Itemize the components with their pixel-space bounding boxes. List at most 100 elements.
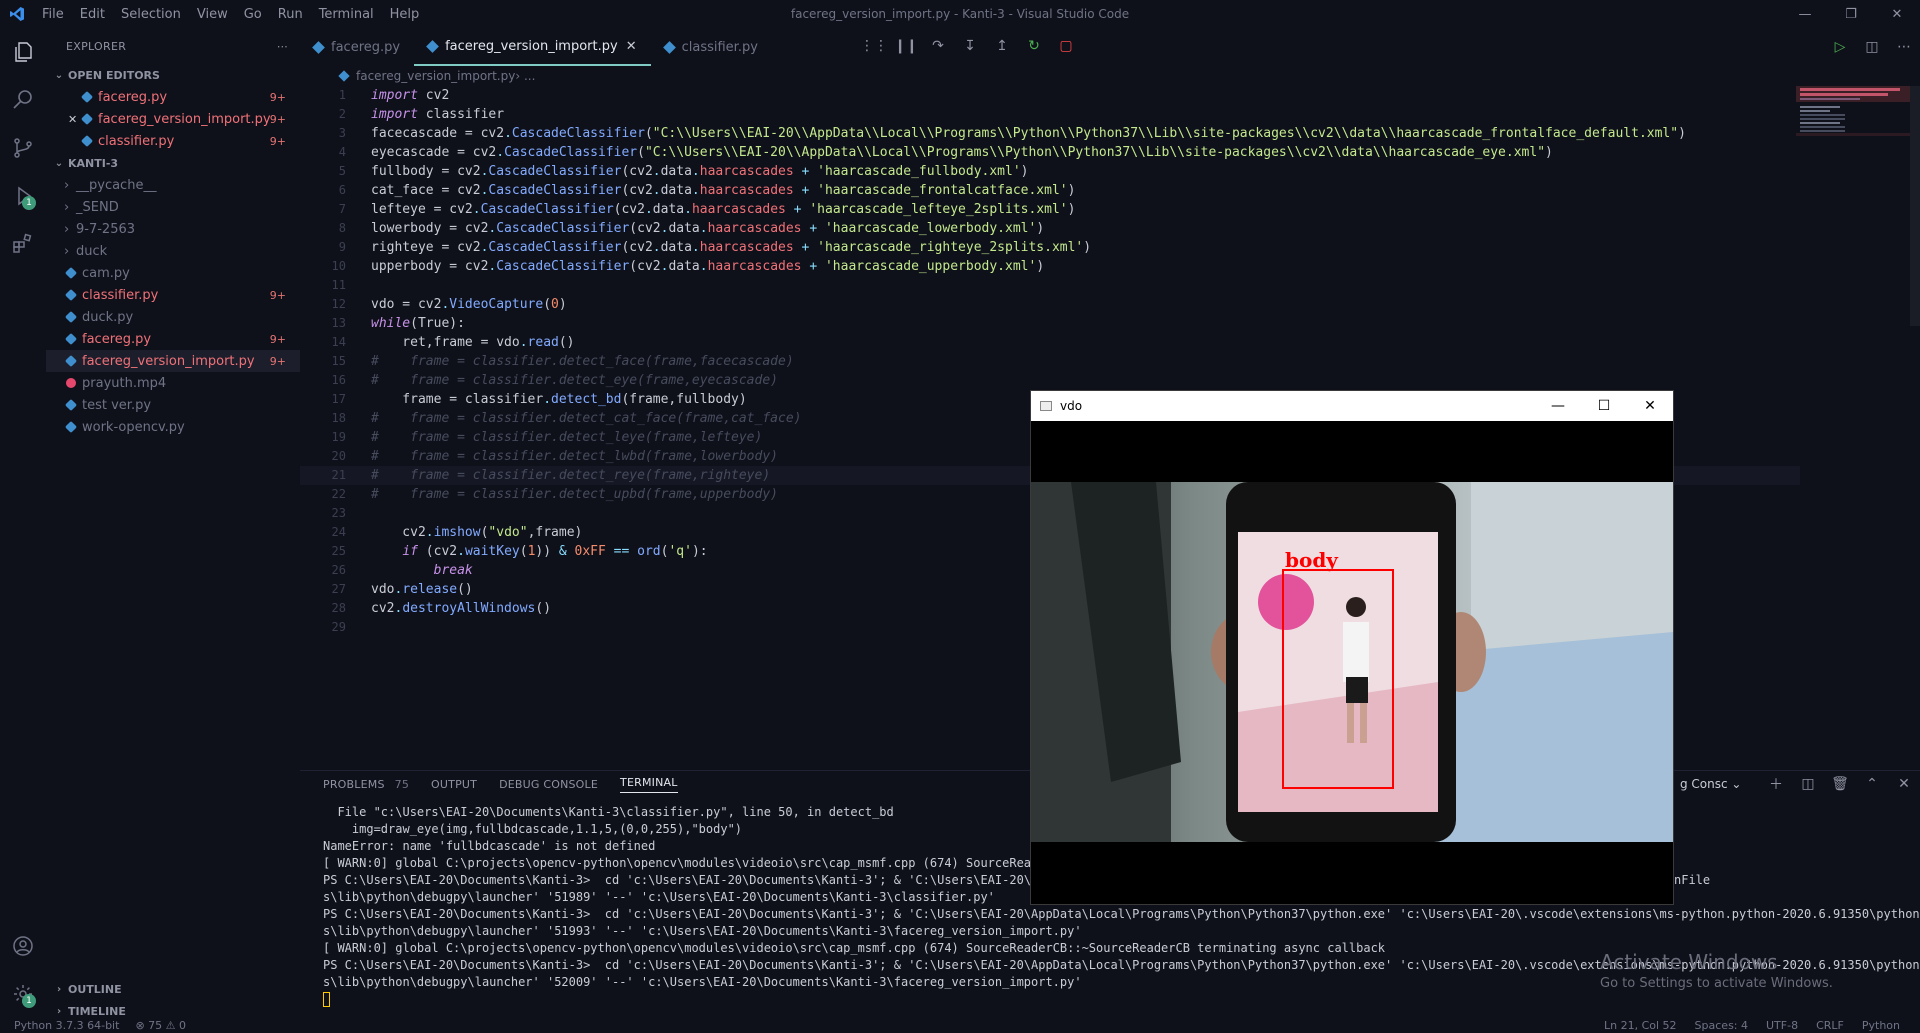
file-item[interactable]: test ver.py (46, 394, 300, 416)
step-out-icon[interactable]: ↥ (986, 33, 1018, 59)
tab-facereg-version-import[interactable]: facereg_version_import.py ✕ (414, 28, 651, 66)
drag-handle-icon[interactable]: ⋮⋮ (858, 33, 890, 59)
file-item[interactable]: cam.py (46, 262, 300, 284)
search-icon[interactable] (0, 76, 46, 124)
code-line[interactable]: 5 fullbody = cv2.CascadeClassifier(cv2.da… (300, 162, 1800, 181)
file-item[interactable]: classifier.py 9+ (46, 284, 300, 306)
close-icon[interactable]: ✕ (1627, 391, 1673, 421)
code-line[interactable]: 6 cat_face = cv2.CascadeClassifier(cv2.da… (300, 181, 1800, 200)
split-terminal-icon[interactable]: ◫ (1792, 776, 1824, 792)
folder-item[interactable]: › __pycache__ (46, 174, 300, 196)
open-editor-item[interactable]: ✕ facereg_version_import.py 9+ (46, 108, 300, 130)
menu-view[interactable]: View (189, 7, 236, 22)
tab-close-icon[interactable]: ✕ (626, 39, 637, 54)
explorer-icon[interactable] (0, 28, 46, 76)
restore-icon[interactable]: ❐ (1828, 0, 1874, 28)
project-section[interactable]: ⌄ KANTI-3 (46, 152, 300, 174)
code-token: # frame = classifier.detect_reye(frame,r… (371, 468, 771, 483)
code-line[interactable]: 14 ret,frame = vdo.read() (300, 333, 1800, 352)
code-line[interactable]: 7 lefteye = cv2.CascadeClassifier(cv2.dat… (300, 200, 1800, 219)
more-actions-icon[interactable]: ⋯ (277, 40, 288, 53)
file-item[interactable]: prayuth.mp4 (46, 372, 300, 394)
code-line[interactable]: 15 # frame = classifier.detect_face(frame… (300, 352, 1800, 371)
line-number: 21 (331, 468, 346, 482)
maximize-panel-icon[interactable]: ⌃ (1856, 776, 1888, 792)
new-terminal-icon[interactable]: ＋ (1760, 774, 1792, 794)
close-panel-icon[interactable]: ✕ (1888, 776, 1920, 792)
source-control-icon[interactable] (0, 124, 46, 172)
file-label: prayuth.mp4 (82, 375, 167, 391)
menu-file[interactable]: File (34, 7, 72, 22)
problems-count[interactable]: ⊗ 75 ⚠ 0 (135, 1019, 186, 1032)
more-actions-icon[interactable]: ⋯ (1888, 39, 1920, 55)
code-line[interactable]: 9 righteye = cv2.CascadeClassifier(cv2.da… (300, 238, 1800, 257)
manage-gear-icon[interactable]: 1 (0, 970, 46, 1018)
run-debug-icon[interactable]: 1 (0, 172, 46, 220)
outline-section[interactable]: › OUTLINE (46, 978, 300, 1000)
folder-item[interactable]: › _SEND (46, 196, 300, 218)
activate-windows-subtitle: Go to Settings to activate Windows. (1600, 976, 1833, 991)
close-icon[interactable]: ✕ (1874, 0, 1920, 28)
file-item[interactable]: duck.py (46, 306, 300, 328)
python-interpreter[interactable]: Python 3.7.3 64-bit (14, 1019, 119, 1032)
step-over-icon[interactable]: ↷ (922, 33, 954, 59)
step-into-icon[interactable]: ↧ (954, 33, 986, 59)
code-line[interactable]: 11 (300, 276, 1800, 295)
indentation[interactable]: Spaces: 4 (1695, 1019, 1748, 1032)
extensions-icon[interactable] (0, 220, 46, 268)
pause-icon[interactable]: ❙❙ (890, 33, 922, 59)
file-item[interactable]: work-opencv.py (46, 416, 300, 438)
code-line[interactable]: 8 lowerbody = cv2.CascadeClassifier(cv2.d… (300, 219, 1800, 238)
vdo-titlebar[interactable]: vdo — ☐ ✕ (1031, 391, 1673, 421)
tab-facereg[interactable]: facereg.py (300, 28, 414, 66)
open-editors-section[interactable]: ⌄ OPEN EDITORS (46, 64, 300, 86)
trash-icon[interactable]: 🗑 (1824, 776, 1856, 792)
status-bar: Python 3.7.3 64-bit ⊗ 75 ⚠ 0 Ln 21, Col … (0, 1018, 1920, 1033)
split-editor-icon[interactable]: ◫ (1856, 39, 1888, 55)
file-item[interactable]: facereg.py 9+ (46, 328, 300, 350)
minimize-icon[interactable]: — (1782, 0, 1828, 28)
menu-help[interactable]: Help (382, 7, 428, 22)
menu-selection[interactable]: Selection (113, 7, 189, 22)
code-line[interactable]: 13 while(True): (300, 314, 1800, 333)
end-of-line[interactable]: CRLF (1816, 1019, 1844, 1032)
code-line[interactable]: 4 eyecascade = cv2.CascadeClassifier("C:\… (300, 143, 1800, 162)
open-editor-item[interactable]: facereg.py 9+ (46, 86, 300, 108)
tab-output[interactable]: OUTPUT (431, 778, 477, 791)
folder-item[interactable]: › duck (46, 240, 300, 262)
folder-item[interactable]: › 9-7-2563 (46, 218, 300, 240)
breadcrumb-file[interactable]: facereg_version_import.py (356, 69, 515, 83)
minimap[interactable] (1796, 86, 1910, 156)
minimize-icon[interactable]: — (1535, 391, 1581, 421)
menu-terminal[interactable]: Terminal (311, 7, 382, 22)
encoding[interactable]: UTF-8 (1766, 1019, 1798, 1032)
accounts-icon[interactable] (0, 922, 46, 970)
restart-icon[interactable]: ↻ (1018, 33, 1050, 59)
maximize-icon[interactable]: ☐ (1581, 391, 1627, 421)
code-line[interactable]: 2 import classifier (300, 105, 1800, 124)
code-line[interactable]: 10 upperbody = cv2.CascadeClassifier(cv2.… (300, 257, 1800, 276)
tab-problems[interactable]: PROBLEMS 75 (323, 778, 409, 791)
code-line[interactable]: 12 vdo = cv2.VideoCapture(0) (300, 295, 1800, 314)
tab-terminal[interactable]: TERMINAL (620, 776, 678, 793)
vdo-window: vdo — ☐ ✕ body (1031, 391, 1673, 904)
editor-scrollbar[interactable] (1910, 86, 1920, 326)
tab-debug-console[interactable]: DEBUG CONSOLE (499, 778, 598, 791)
language-mode[interactable]: Python (1862, 1019, 1900, 1032)
code-line[interactable]: 3 facecascade = cv2.CascadeClassifier("C:… (300, 124, 1800, 143)
cursor-position[interactable]: Ln 21, Col 52 (1604, 1019, 1677, 1032)
terminal-prompt[interactable] (323, 991, 1920, 1008)
stop-icon[interactable]: ▢ (1050, 33, 1082, 59)
file-item[interactable]: facereg_version_import.py 9+ (46, 350, 300, 372)
close-editor-icon[interactable]: ✕ (68, 113, 82, 126)
code-line[interactable]: 16 # frame = classifier.detect_eye(frame,… (300, 371, 1800, 390)
breadcrumb-rest[interactable]: › ... (515, 69, 535, 83)
run-file-icon[interactable]: ▷ (1824, 39, 1856, 55)
code-line[interactable]: 1 import cv2 (300, 86, 1800, 105)
terminal-select[interactable]: g Consc ⌄ (1680, 777, 1760, 791)
menu-go[interactable]: Go (236, 7, 270, 22)
menu-edit[interactable]: Edit (72, 7, 113, 22)
tab-classifier[interactable]: classifier.py (651, 28, 772, 66)
open-editor-item[interactable]: classifier.py 9+ (46, 130, 300, 152)
menu-run[interactable]: Run (270, 7, 311, 22)
